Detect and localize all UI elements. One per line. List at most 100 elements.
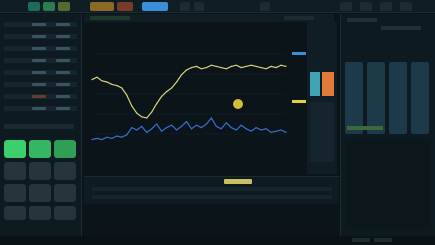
data-point [205, 67, 207, 69]
data-point [220, 128, 222, 130]
toolbar-button[interactable] [380, 2, 392, 11]
data-point [101, 80, 103, 82]
list-item[interactable] [4, 22, 77, 27]
status-item[interactable] [374, 238, 392, 242]
list-item[interactable] [4, 94, 77, 99]
meter-bar[interactable] [310, 72, 320, 96]
channel-column[interactable] [411, 62, 429, 134]
channel-column[interactable] [367, 62, 385, 134]
data-point [245, 128, 247, 130]
data-point [161, 130, 163, 132]
series-line-1 [91, 64, 287, 119]
list-item[interactable] [4, 106, 77, 111]
list-item[interactable] [4, 46, 77, 51]
data-point [265, 68, 267, 70]
status-item[interactable] [352, 238, 370, 242]
preset-tile[interactable] [4, 140, 26, 158]
toolbar-tab-4[interactable] [90, 2, 114, 11]
list-item[interactable] [4, 82, 77, 87]
data-point [200, 68, 202, 70]
data-point [146, 131, 148, 133]
data-point [116, 135, 118, 137]
data-point [116, 85, 118, 87]
data-point [235, 129, 237, 131]
data-point [126, 134, 128, 136]
channel-column[interactable] [389, 62, 407, 134]
data-point [230, 127, 232, 129]
data-point [111, 137, 113, 139]
footer-controls [84, 176, 339, 204]
panel-footer [345, 139, 431, 229]
toolbar-tab-1[interactable] [28, 2, 40, 11]
meter-track [310, 102, 334, 162]
data-point [91, 79, 93, 81]
axis-marker [292, 100, 306, 103]
toolbar-tab-2[interactable] [43, 2, 55, 11]
control-button[interactable] [224, 179, 252, 184]
data-point [106, 136, 108, 138]
data-point [121, 136, 123, 138]
data-point [185, 69, 188, 71]
preset-tile[interactable] [54, 140, 76, 158]
channel-column[interactable] [345, 62, 363, 134]
right-panel [340, 14, 435, 236]
data-point [146, 117, 148, 119]
preset-tile[interactable] [4, 162, 26, 180]
toolbar-tab-active[interactable] [142, 2, 168, 11]
data-point [185, 121, 188, 123]
preset-tile[interactable] [54, 162, 76, 180]
line-chart[interactable] [84, 22, 306, 174]
data-point [141, 116, 143, 118]
data-point [121, 87, 123, 89]
data-point [180, 125, 183, 127]
data-point [275, 67, 277, 69]
section-header [4, 124, 74, 129]
top-toolbar [0, 0, 435, 13]
list-item[interactable] [4, 70, 77, 75]
preset-tile[interactable] [54, 184, 76, 202]
preset-tile[interactable] [4, 184, 26, 202]
panel-header [381, 26, 421, 30]
list-item[interactable] [4, 58, 77, 63]
data-point [275, 130, 277, 132]
toolbar-button[interactable] [340, 2, 352, 11]
data-point [176, 81, 178, 83]
data-point [220, 67, 222, 69]
meter-bar[interactable] [322, 72, 334, 96]
data-point [136, 112, 138, 114]
data-point [210, 64, 212, 66]
data-point [166, 127, 168, 129]
toolbar-button[interactable] [260, 2, 270, 11]
data-point [176, 129, 178, 131]
data-point [171, 124, 173, 126]
chart-tab[interactable] [90, 16, 130, 20]
data-point [111, 83, 113, 85]
preset-tile[interactable] [29, 162, 51, 180]
right-axis [288, 22, 306, 174]
preset-tile[interactable] [29, 140, 51, 158]
list-item[interactable] [4, 34, 77, 39]
data-point [156, 103, 158, 105]
chart-tab[interactable] [284, 16, 314, 20]
data-point [255, 65, 257, 67]
data-point [126, 94, 128, 96]
preset-tile[interactable] [4, 206, 26, 220]
data-point [171, 87, 173, 89]
data-point [136, 129, 138, 131]
preset-tile[interactable] [54, 206, 76, 220]
toolbar-button[interactable] [180, 2, 190, 11]
chart-header [84, 14, 334, 22]
axis-marker [292, 52, 306, 55]
data-point [96, 137, 98, 139]
data-point [161, 95, 163, 97]
preset-tile[interactable] [29, 184, 51, 202]
toolbar-tab-5[interactable] [117, 2, 133, 11]
data-point [166, 91, 168, 93]
panel-header [347, 18, 377, 22]
cursor-marker[interactable] [233, 99, 243, 109]
preset-tile[interactable] [29, 206, 51, 220]
toolbar-button[interactable] [360, 2, 372, 11]
toolbar-button[interactable] [400, 2, 412, 11]
toolbar-tab-3[interactable] [58, 2, 70, 11]
toolbar-button[interactable] [194, 2, 204, 11]
